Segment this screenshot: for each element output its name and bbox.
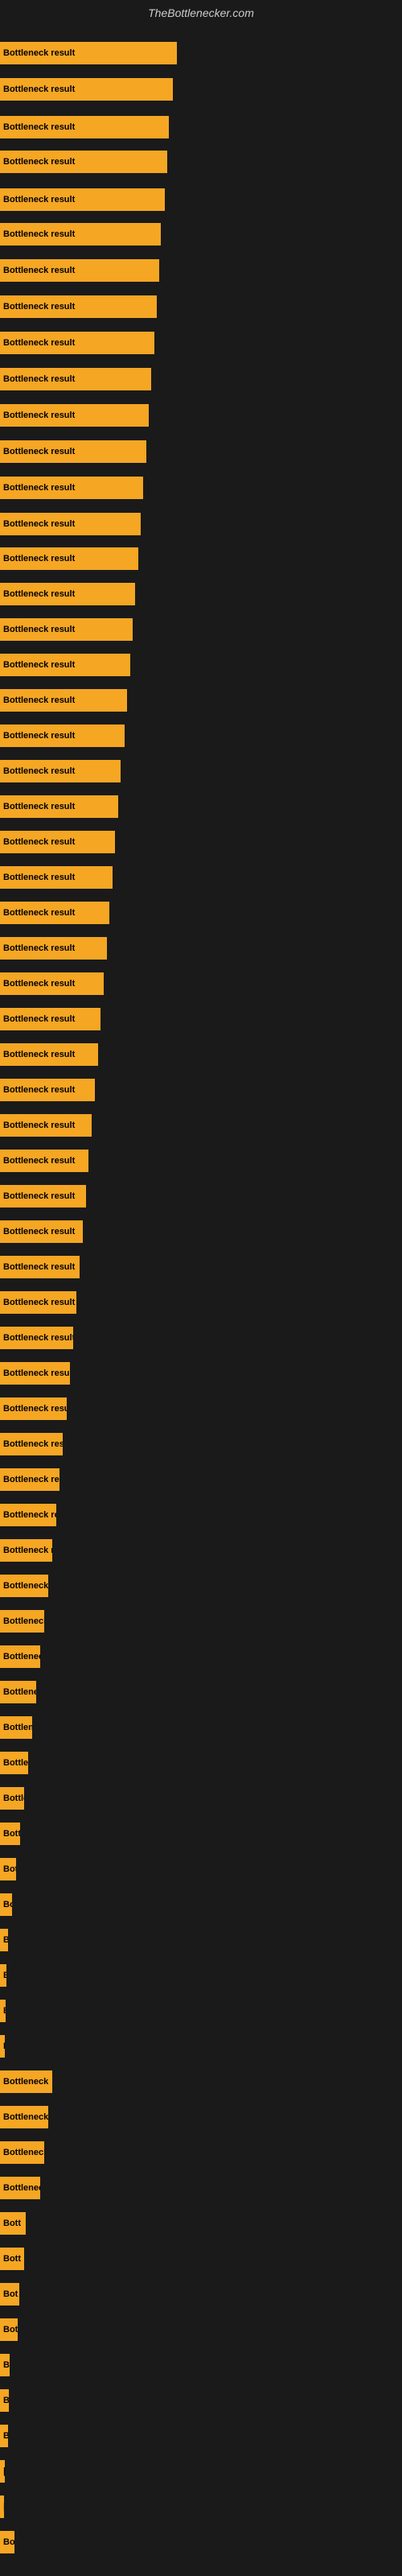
bar-item: Bottleneck result xyxy=(0,1114,92,1137)
bar-item: Bottleneck result xyxy=(0,902,109,924)
bar-item: Bottleneck result xyxy=(0,1220,83,1243)
bar-item: Bottleneck result xyxy=(0,724,125,747)
bar-item: Bottleneck result xyxy=(0,2035,5,2058)
bar-item: B xyxy=(0,2425,8,2447)
bar-item: Bottleneck result xyxy=(0,513,141,535)
bar-item: Bottleneck result xyxy=(0,583,135,605)
bar-item: Bottleneck result xyxy=(0,404,149,427)
bar-item: Bottleneck result xyxy=(0,831,115,853)
bar-item: B xyxy=(0,2354,10,2376)
bar-item: Bottleneck result xyxy=(0,42,177,64)
bar-item: Bottleneck result xyxy=(0,795,118,818)
bar-item: Bottleneck result xyxy=(0,116,169,138)
bar-item: Bottleneck result xyxy=(0,1858,16,1880)
bar-item: Bottleneck result xyxy=(0,1433,63,1455)
bar-item: Bottleneck result xyxy=(0,1610,44,1633)
bar-item: Bottleneck result xyxy=(0,1929,8,1951)
bar-item: Bottleneck result xyxy=(0,1185,86,1208)
bar-item: Bottleneck result xyxy=(0,2000,6,2022)
bar-item: Bottleneck result xyxy=(0,1539,52,1562)
bar-item: Bottleneck result xyxy=(0,151,167,173)
bar-item: Bottleneck result xyxy=(0,1291,76,1314)
bar-item: Bottleneck result xyxy=(0,1468,59,1491)
bar-item: Bott xyxy=(0,2212,26,2235)
bar-item: Bottleneck xyxy=(0,2177,40,2199)
bar-item: Bottleneck result xyxy=(0,1043,98,1066)
bar-item: Bottleneck result xyxy=(0,972,104,995)
bar-item: | xyxy=(0,2496,4,2518)
bar-item: Bottleneck result xyxy=(0,866,113,889)
bar-item: Bottleneck result xyxy=(0,1256,80,1278)
bar-item: Bottleneck result xyxy=(0,78,173,101)
bar-item: Bottleneck result xyxy=(0,1362,70,1385)
bar-item: Bottleneck result xyxy=(0,1823,20,1845)
bar-item: Bottleneck result xyxy=(0,1681,36,1703)
bar-item: Bott xyxy=(0,2248,24,2270)
bar-item: Bottleneck result xyxy=(0,547,138,570)
bar-item: Bottleneck xyxy=(0,2141,44,2164)
bar-item: Bottleneck result xyxy=(0,937,107,960)
bar-item: Bottleneck result xyxy=(0,223,161,246)
bar-item: Bottleneck result xyxy=(0,1150,88,1172)
bar-item: Bottleneck result xyxy=(0,1893,12,1916)
bar-item: Bottleneck result xyxy=(0,1079,95,1101)
bar-item: B xyxy=(0,2389,9,2412)
bar-item: Bottleneck result xyxy=(0,332,154,354)
bar-item: Bottleneck result xyxy=(0,259,159,282)
bar-item: | xyxy=(0,2460,5,2483)
bar-item: Bottleneck result xyxy=(0,440,146,463)
bar-item: Bottleneck result xyxy=(0,1575,48,1597)
bar-item: Bottleneck result xyxy=(0,1504,56,1526)
bar-item: Bottleneck result xyxy=(0,654,130,676)
bar-item: Bottleneck result xyxy=(0,1716,32,1739)
bar-item: Bo xyxy=(0,2531,14,2553)
bar-item: Bottleneck result xyxy=(0,1327,73,1349)
bar-item: Bottleneck result xyxy=(0,1008,100,1030)
bar-item: Bottleneck result xyxy=(0,477,143,499)
bar-item: Bottleneck result xyxy=(0,295,157,318)
bar-item: Bottleneck result xyxy=(0,689,127,712)
bar-item: Bottleneck result xyxy=(0,1397,67,1420)
bar-item: Bot xyxy=(0,2318,18,2341)
bar-item: Bottleneck result xyxy=(0,760,121,782)
bar-item: Bottleneck result xyxy=(0,1964,6,1987)
bar-item: Bottleneck result xyxy=(0,1645,40,1668)
bar-item: Bottleneck result xyxy=(0,1787,24,1810)
bar-item: Bot xyxy=(0,2283,19,2306)
bar-item: Bottleneck xyxy=(0,2106,48,2128)
bar-item: Bottleneck result xyxy=(0,1752,28,1774)
bar-item: Bottleneck result xyxy=(0,618,133,641)
bar-item: Bottleneck result xyxy=(0,188,165,211)
bar-item: Bottleneck result xyxy=(0,368,151,390)
site-title: TheBottlenecker.com xyxy=(0,0,402,26)
bar-item: Bottleneck xyxy=(0,2070,52,2093)
